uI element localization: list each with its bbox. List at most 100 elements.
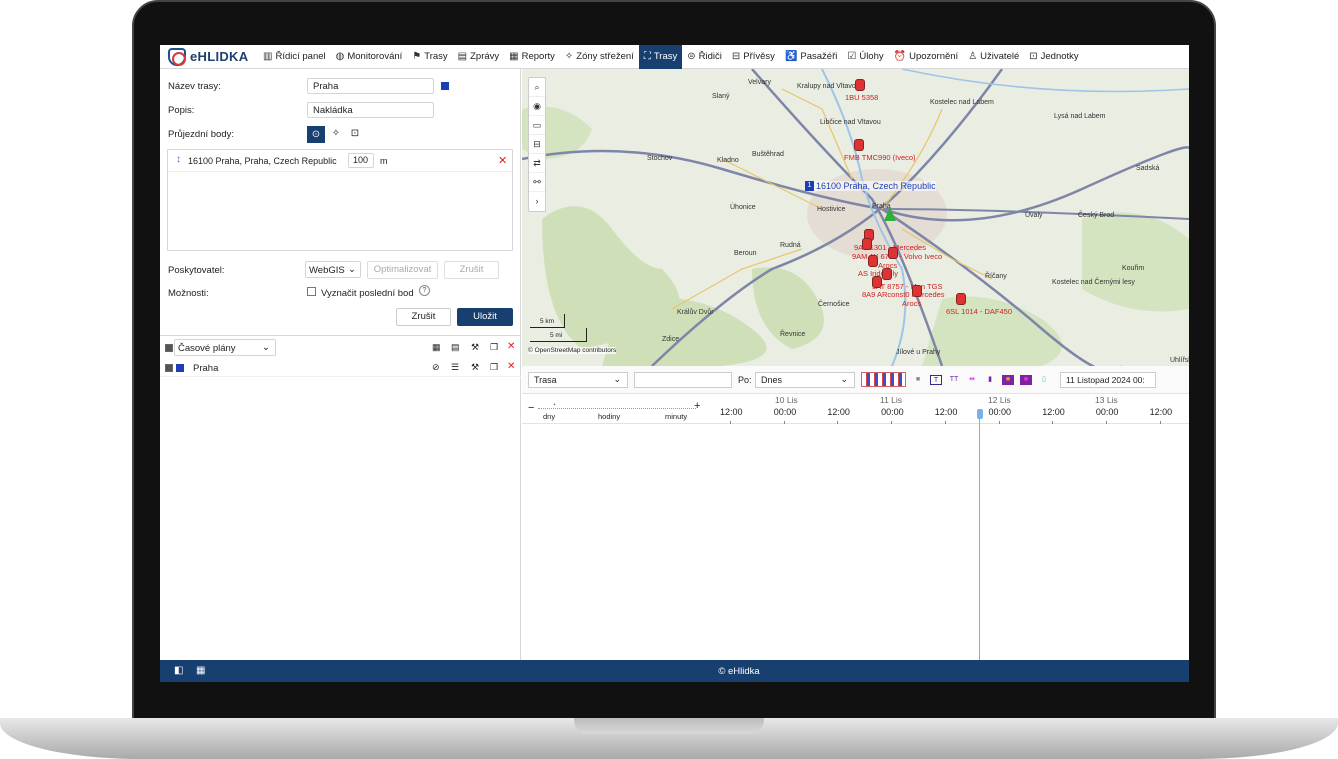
area-waypoint-button[interactable]: ✧: [327, 126, 345, 143]
pin-waypoint-button[interactable]: ⊙: [307, 126, 325, 143]
vehicle-label[interactable]: 6SL 1014 - DAF450: [946, 307, 1012, 316]
waypoint-pin-icon: 1: [805, 181, 814, 191]
map-place-label: Hostivice: [817, 206, 846, 213]
description-input[interactable]: Nakládka: [307, 102, 434, 118]
cancel-button[interactable]: Zrušit: [396, 308, 451, 326]
vehicle-icon[interactable]: [862, 238, 872, 250]
list-icon[interactable]: ☰: [451, 362, 459, 373]
locate-icon[interactable]: ⊘: [432, 362, 440, 373]
waypoint-address: 16100 Praha, Praha, Czech Republic: [188, 156, 337, 166]
select-all-checkbox[interactable]: [165, 344, 173, 352]
zoom-slider-handle[interactable]: ᐩ: [553, 402, 556, 410]
vehicle-icon[interactable]: [882, 268, 892, 280]
table-row[interactable]: Praha ⊘ ☰ ⚒ ❐ ✕: [160, 359, 521, 377]
eye-icon[interactable]: ◉: [529, 97, 545, 116]
nav-item-1[interactable]: ◍ Monitorování: [331, 45, 408, 69]
route-name-input[interactable]: Praha: [307, 78, 434, 94]
ruler-icon[interactable]: ⊟: [529, 135, 545, 154]
copy-icon[interactable]: ❐: [490, 342, 498, 353]
map-layers-icon[interactable]: ▭: [529, 116, 545, 135]
vehicle-icon[interactable]: [872, 276, 882, 288]
remove-waypoint-icon[interactable]: ✕: [498, 154, 507, 167]
nav-item-13[interactable]: ⊡ Jednotky: [1024, 45, 1083, 69]
nav-item-11[interactable]: ⏰ Upozornění: [889, 45, 964, 69]
delete-icon[interactable]: ✕: [507, 341, 515, 352]
legend-bar[interactable]: [861, 372, 906, 387]
filter-cyan-icon[interactable]: ▯: [1038, 375, 1050, 385]
vehicle-icon[interactable]: [868, 255, 878, 267]
radius-input[interactable]: 100: [348, 153, 374, 168]
type-select[interactable]: Trasa ⌄: [528, 372, 628, 388]
nav-item-3[interactable]: ▤ Zprávy: [453, 45, 505, 69]
zoom-out-icon[interactable]: −: [528, 402, 534, 414]
chevron-down-icon: ⌄: [840, 374, 848, 384]
zoom-in-icon[interactable]: +: [694, 400, 700, 412]
calendar-icon[interactable]: ▦: [432, 342, 441, 353]
filter-purple-icon[interactable]: ▮: [984, 375, 996, 385]
nav-item-10[interactable]: ☑ Úlohy: [842, 45, 888, 69]
vehicle-icon[interactable]: [888, 247, 898, 259]
vehicle-icon[interactable]: [956, 293, 966, 305]
map-view[interactable]: ⌕ ◉ ▭ ⊟ ⇄ ⚯ › Kralupy nad Vltavou Kostele…: [522, 69, 1189, 366]
nav-item-12[interactable]: ♙ Uživatelé: [963, 45, 1024, 69]
nav-item-0[interactable]: ▥ Řídicí panel: [258, 45, 331, 69]
vehicle-icon[interactable]: [855, 79, 865, 91]
timeline-hour-label: 00:00: [988, 407, 1012, 417]
driver-icon: ⊜: [687, 51, 696, 62]
date-input[interactable]: 11 Listopad 2024 00:: [1060, 372, 1156, 388]
timeline-toolbar: Trasa ⌄ Po: Dnes ⌄ ■ T TT ⇹ ▮ ■ ■ ▯ 11 Lis…: [522, 366, 1189, 394]
vehicle-label[interactable]: Arocs: [902, 299, 921, 308]
waypoint-marker[interactable]: 1 16100 Praha, Czech Republic: [805, 181, 936, 191]
nav-item-7[interactable]: ⊜ Řidiči: [682, 45, 727, 69]
filter-tt-icon[interactable]: TT: [948, 375, 960, 385]
share-icon[interactable]: ⚯: [529, 173, 545, 192]
filter-t-icon[interactable]: T: [930, 375, 942, 385]
nav-item-5[interactable]: ✧ Zóny střežení: [560, 45, 639, 69]
mark-last-checkbox[interactable]: [307, 287, 316, 296]
nav-item-label: Zóny střežení: [576, 51, 634, 62]
vehicle-label[interactable]: 8A9 ARconst0 Mercedes: [862, 290, 945, 299]
gray-filter-icon[interactable]: ■: [912, 375, 924, 385]
list-item[interactable]: ↕ 16100 Praha, Praha, Czech Republic 100…: [168, 150, 512, 172]
vehicle-label[interactable]: 1BU 5358: [845, 93, 878, 102]
route-color-swatch[interactable]: [441, 82, 449, 90]
save-button[interactable]: Uložit: [457, 308, 513, 326]
table-icon[interactable]: ▤: [451, 342, 460, 353]
nav-item-6[interactable]: ⛶ Trasy: [638, 45, 683, 69]
nav-item-9[interactable]: ♿ Pasažéři: [780, 45, 842, 69]
current-time-line: [979, 418, 980, 660]
current-time-handle[interactable]: [977, 409, 983, 419]
vehicle-icon[interactable]: [912, 285, 922, 297]
help-icon[interactable]: ?: [419, 285, 430, 296]
provider-select[interactable]: WebGIS ⌄: [305, 261, 361, 278]
chevron-right-icon[interactable]: ›: [529, 192, 545, 211]
nav-item-2[interactable]: ⚑ Trasy: [407, 45, 452, 69]
search-input[interactable]: [634, 372, 732, 388]
cancel-optimize-button[interactable]: Zrušit: [444, 261, 499, 279]
filter-pink-icon[interactable]: ■: [1020, 375, 1032, 385]
options-label: Možnosti:: [168, 288, 209, 299]
schedules-select[interactable]: Časové plány ⌄: [174, 339, 276, 356]
filter-orange-icon[interactable]: ■: [1002, 375, 1014, 385]
search-icon[interactable]: ⌕: [529, 78, 545, 97]
nav-item-4[interactable]: ▦ Reporty: [504, 45, 560, 69]
route-tool-icon[interactable]: ⇄: [529, 154, 545, 173]
row-checkbox[interactable]: [165, 364, 173, 372]
optimize-button[interactable]: Optimalizovat: [367, 261, 438, 279]
timeline-tick: [1105, 421, 1107, 424]
nav-item-8[interactable]: ⊟ Přívěsy: [727, 45, 780, 69]
delete-icon[interactable]: ✕: [507, 361, 515, 372]
logo[interactable]: eHLIDKA: [160, 47, 258, 66]
timeline-hour-label: 12:00: [1042, 407, 1065, 417]
drag-arrows-icon[interactable]: ↕: [176, 154, 181, 165]
period-select[interactable]: Dnes ⌄: [755, 372, 855, 388]
map-place-label: Kostelec nad Labem: [930, 99, 994, 106]
bus-stop-button[interactable]: ⊡: [346, 126, 364, 143]
wrench-icon[interactable]: ⚒: [471, 342, 479, 353]
vehicle-label[interactable]: FMB TMC990 (Iveco): [844, 153, 916, 162]
copy-icon[interactable]: ❐: [490, 362, 498, 373]
filter-split-icon[interactable]: ⇹: [966, 375, 978, 385]
vehicle-icon[interactable]: [854, 139, 864, 151]
wrench-icon[interactable]: ⚒: [471, 362, 479, 373]
zoom-slider-track[interactable]: [538, 408, 696, 409]
